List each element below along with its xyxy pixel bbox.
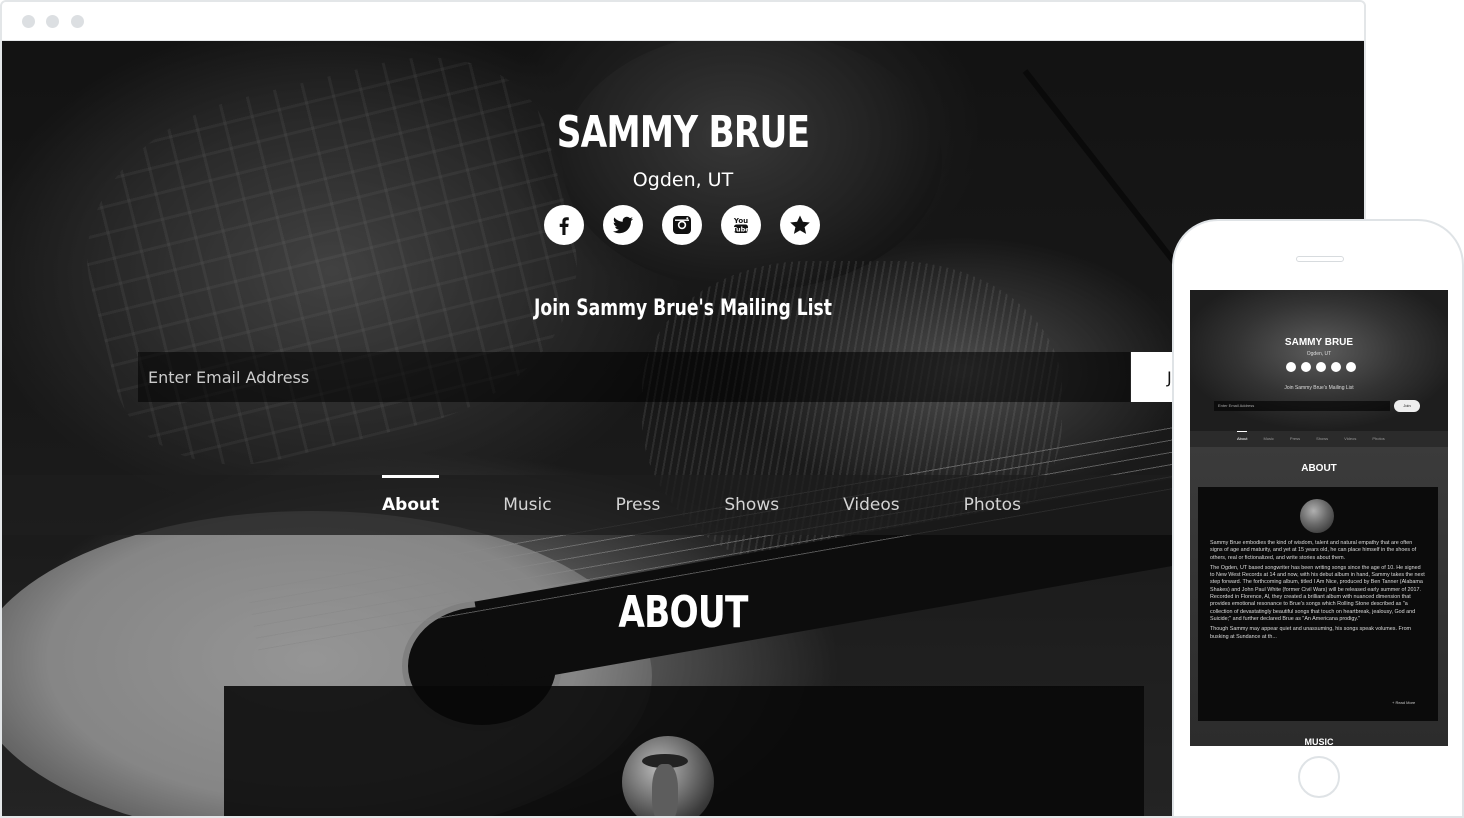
nav-item-videos[interactable]: Videos xyxy=(843,475,900,535)
svg-text:Tube: Tube xyxy=(732,225,750,233)
social-links: You Tube xyxy=(544,205,820,245)
nav-item-music[interactable]: Music xyxy=(503,475,551,535)
mobile-star-icon[interactable] xyxy=(1346,362,1356,372)
mobile-twitter-icon[interactable] xyxy=(1301,362,1311,372)
youtube-icon[interactable]: You Tube xyxy=(721,205,761,245)
mobile-nav-item-press[interactable]: Press xyxy=(1290,431,1300,447)
mobile-read-more-link[interactable]: + Read More xyxy=(1392,700,1415,705)
mobile-facebook-icon[interactable] xyxy=(1286,362,1296,372)
mobile-nav-item-photos[interactable]: Photos xyxy=(1372,431,1384,447)
window-maximize-dot[interactable] xyxy=(71,15,84,28)
section-nav-bar: About Music Press Shows Videos Photos xyxy=(2,475,1364,535)
twitter-icon[interactable] xyxy=(603,205,643,245)
mobile-social-links xyxy=(1286,362,1356,372)
desktop-browser-window: SAMMY BRUE Ogden, UT You Tube Join Sammy … xyxy=(0,0,1366,818)
mobile-nav-item-videos[interactable]: Videos xyxy=(1344,431,1356,447)
artist-avatar xyxy=(622,736,714,816)
mobile-join-button[interactable]: Join xyxy=(1394,400,1420,412)
nav-item-shows[interactable]: Shows xyxy=(724,475,779,535)
svg-text:You: You xyxy=(733,217,748,225)
phone-mockup: SAMMY BRUE Ogden, UT Join Sammy Brue's M… xyxy=(1172,219,1464,818)
mobile-nav-item-music[interactable]: Music xyxy=(1263,431,1273,447)
artist-location: Ogden, UT xyxy=(632,169,734,191)
mobile-mailing-heading: Join Sammy Brue's Mailing List xyxy=(1284,385,1354,391)
artist-name: SAMMY BRUE xyxy=(556,107,810,158)
mobile-artist-name: SAMMY BRUE xyxy=(1284,337,1354,348)
mobile-nav-item-about[interactable]: About xyxy=(1237,431,1248,447)
mobile-about-paragraph: The Ogden, UT based songwriter has been … xyxy=(1210,564,1425,622)
star-icon[interactable] xyxy=(780,205,820,245)
facebook-icon[interactable] xyxy=(544,205,584,245)
nav-item-photos[interactable]: Photos xyxy=(964,475,1021,535)
nav-items: About Music Press Shows Videos Photos xyxy=(382,475,1085,535)
mobile-artist-avatar xyxy=(1300,499,1334,533)
mobile-instagram-icon[interactable] xyxy=(1316,362,1326,372)
mobile-youtube-icon[interactable] xyxy=(1331,362,1341,372)
window-close-dot[interactable] xyxy=(22,15,35,28)
mobile-nav-item-shows[interactable]: Shows xyxy=(1316,431,1328,447)
mailing-list-heading: Join Sammy Brue's Mailing List xyxy=(534,296,832,321)
mobile-email-input[interactable]: Enter Email Address xyxy=(1214,401,1390,411)
mobile-artist-location: Ogden, UT xyxy=(1306,351,1332,357)
mobile-about-text: Sammy Brue embodies the kind of wisdom, … xyxy=(1210,540,1426,644)
phone-speaker xyxy=(1296,256,1344,262)
phone-screen: SAMMY BRUE Ogden, UT Join Sammy Brue's M… xyxy=(1190,290,1448,746)
mobile-about-paragraph: Sammy Brue embodies the kind of wisdom, … xyxy=(1210,540,1417,561)
mobile-about-paragraph: Though Sammy may appear quiet and unassu… xyxy=(1210,626,1412,640)
mobile-next-section-title: MUSIC xyxy=(1304,737,1334,746)
email-input[interactable]: Enter Email Address xyxy=(138,352,1130,402)
nav-item-about[interactable]: About xyxy=(382,475,440,535)
phone-home-button xyxy=(1298,756,1340,798)
mobile-nav-bar: About Music Press Shows Videos Photos xyxy=(1190,431,1448,447)
window-minimize-dot[interactable] xyxy=(46,15,59,28)
nav-item-press[interactable]: Press xyxy=(616,475,661,535)
mobile-about-card: Sammy Brue embodies the kind of wisdom, … xyxy=(1198,487,1438,721)
about-content-panel xyxy=(224,686,1144,816)
artist-site-viewport: SAMMY BRUE Ogden, UT You Tube Join Sammy … xyxy=(2,41,1364,816)
section-title: ABOUT xyxy=(618,587,748,638)
mobile-section-title: ABOUT xyxy=(1301,463,1337,474)
instagram-icon[interactable] xyxy=(662,205,702,245)
browser-title-bar xyxy=(2,2,1364,41)
